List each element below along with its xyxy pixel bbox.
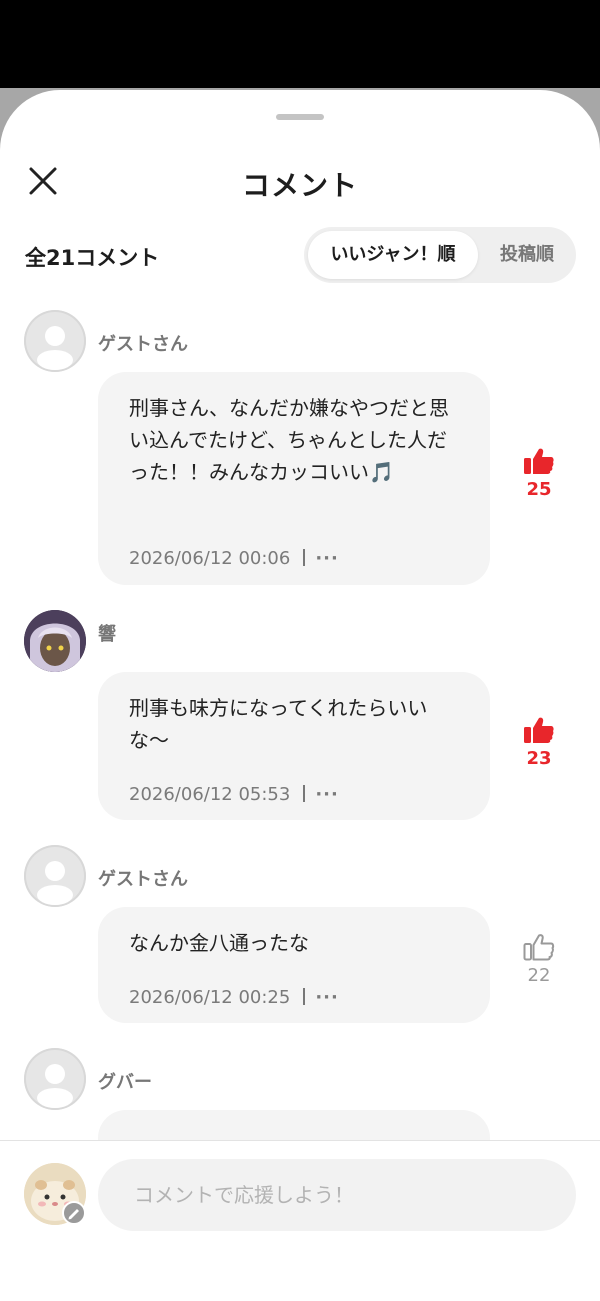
username[interactable]: ゲストさん <box>98 330 188 356</box>
comment-meta: 2026/06/12 05:53 ··· <box>129 784 339 805</box>
thumbs-up-icon <box>524 448 554 474</box>
edit-avatar-button[interactable] <box>62 1201 86 1225</box>
sort-toggle: いいジャン！順 投稿順 <box>304 227 576 283</box>
user-avatar-icon <box>24 610 86 672</box>
comment-input[interactable] <box>98 1159 576 1231</box>
sort-option-posted[interactable]: 投稿順 <box>482 231 572 279</box>
thumbs-up-icon <box>524 717 554 743</box>
guest-avatar-icon <box>37 1064 73 1108</box>
divider <box>303 988 306 1005</box>
like-button[interactable]: 23 <box>517 716 561 769</box>
like-count: 25 <box>526 479 552 500</box>
like-button[interactable]: 25 <box>517 447 561 500</box>
sort-option-likes[interactable]: いいジャン！順 <box>308 231 478 279</box>
comment-bubble: なんか金八通ったな 2026/06/12 00:25 ··· <box>98 907 490 1023</box>
more-dots-icon[interactable]: ··· <box>315 987 339 1008</box>
status-bar-area <box>0 0 600 100</box>
avatar[interactable] <box>24 1048 86 1110</box>
comment-sheet: コメント 全21コメント いいジャン！順 投稿順 ゲストさん 刑事さん、なんだか… <box>0 90 600 1301</box>
username[interactable]: ゲストさん <box>98 865 188 891</box>
comment-bubble: 刑事さん、なんだか嫌なやつだと思い込んでたけど、ちゃんとした人だった！！みんなカ… <box>98 372 490 585</box>
like-button[interactable]: 22 <box>517 933 561 986</box>
comment-date: 2026/06/12 00:06 <box>129 548 291 569</box>
edit-pencil-icon <box>68 1209 79 1220</box>
username[interactable]: グバー <box>98 1068 152 1094</box>
avatar[interactable] <box>24 610 86 672</box>
comment-meta: 2026/06/12 00:06 ··· <box>129 548 339 569</box>
comment-text: 刑事さん、なんだか嫌なやつだと思い込んでたけど、ちゃんとした人だった！！みんなカ… <box>129 396 449 484</box>
avatar[interactable] <box>24 310 86 372</box>
comment-text: なんか金八通ったな <box>129 931 309 955</box>
comment-meta: 2026/06/12 00:25 ··· <box>129 987 339 1008</box>
thumbs-up-icon <box>523 934 555 961</box>
comment-input-bar <box>0 1140 600 1301</box>
comment-count: 全21コメント <box>25 246 160 270</box>
comment-bubble: 刑事も味方になってくれたらいいな〜 2026/06/12 05:53 ··· <box>98 672 490 820</box>
divider <box>303 549 306 566</box>
like-count: 22 <box>527 965 551 986</box>
divider <box>303 785 306 802</box>
comment-date: 2026/06/12 00:25 <box>129 987 291 1008</box>
drag-handle[interactable] <box>276 114 324 120</box>
guest-avatar-icon <box>37 326 73 370</box>
comment-text: 刑事も味方になってくれたらいいな〜 <box>129 696 428 752</box>
avatar[interactable] <box>24 845 86 907</box>
more-dots-icon[interactable]: ··· <box>315 548 339 569</box>
guest-avatar-icon <box>37 861 73 905</box>
comment-date: 2026/06/12 05:53 <box>129 784 291 805</box>
like-count: 23 <box>526 748 552 769</box>
page-title: コメント <box>241 169 358 202</box>
more-dots-icon[interactable]: ··· <box>315 784 339 805</box>
username[interactable]: 響 <box>98 620 116 646</box>
